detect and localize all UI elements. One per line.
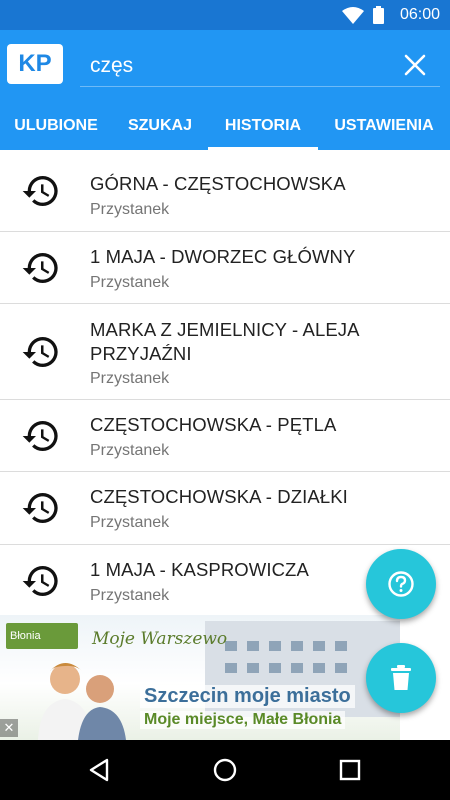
item-subtitle: Przystanek <box>90 201 170 218</box>
item-title: MARKA Z JEMIELNICY - ALEJA PRZYJAŹNI <box>90 319 359 364</box>
list-item[interactable]: GÓRNA - CZĘSTOCHOWSKA Przystanek <box>0 150 450 232</box>
status-bar: 06:00 <box>0 0 450 30</box>
item-subtitle: Przystanek <box>90 514 170 531</box>
app-bar: KP ULUBIONE SZUKAJ HISTORIA USTAWIENIA <box>0 30 450 150</box>
search-bar <box>80 44 440 87</box>
wifi-icon <box>342 7 364 24</box>
tab-label: HISTORIA <box>224 117 302 134</box>
history-icon <box>22 566 58 596</box>
ad-tagline: Moje miejsce, Małe Błonia <box>140 711 346 729</box>
status-time: 06:00 <box>399 6 440 23</box>
ad-banner[interactable]: Błonia Moje Warszewo Szczecin moje miast… <box>0 615 400 740</box>
list-item[interactable]: CZĘSTOCHOWSKA - DZIAŁKI Przystanek <box>0 472 450 545</box>
history-icon <box>22 420 58 451</box>
ad-headline: Szczecin moje miasto <box>140 685 355 708</box>
history-icon <box>22 252 58 283</box>
help-button[interactable] <box>366 549 436 619</box>
history-icon <box>22 336 58 367</box>
home-icon[interactable] <box>211 756 239 784</box>
item-title: CZĘSTOCHOWSKA - PĘTLA <box>90 414 337 435</box>
ad-script-text: Moje Warszewo <box>92 629 228 649</box>
item-subtitle: Przystanek <box>90 442 170 459</box>
tab-szukaj[interactable]: SZUKAJ <box>112 102 208 150</box>
tab-ulubione[interactable]: ULUBIONE <box>0 102 112 150</box>
item-subtitle: Przystanek <box>90 587 170 604</box>
tab-bar: ULUBIONE SZUKAJ HISTORIA USTAWIENIA <box>0 102 450 150</box>
ad-brand-logo: Błonia <box>6 623 78 649</box>
item-subtitle: Przystanek <box>90 370 170 387</box>
item-title: 1 MAJA - DWORZEC GŁÓWNY <box>90 246 356 267</box>
history-icon <box>22 175 58 206</box>
system-nav-bar <box>0 740 450 800</box>
tab-label: ULUBIONE <box>14 117 98 134</box>
delete-history-button[interactable] <box>366 643 436 713</box>
tab-label: USTAWIENIA <box>334 117 434 134</box>
app-logo: KP <box>7 44 63 84</box>
tab-historia[interactable]: HISTORIA <box>208 102 318 150</box>
trash-icon <box>391 665 411 690</box>
history-icon <box>22 493 58 523</box>
tab-ustawienia[interactable]: USTAWIENIA <box>318 102 450 150</box>
item-title: CZĘSTOCHOWSKA - DZIAŁKI <box>90 486 348 507</box>
battery-icon <box>373 6 384 24</box>
ad-close-button[interactable]: ✕ <box>0 719 18 737</box>
search-input[interactable] <box>88 50 392 82</box>
help-icon <box>388 571 414 597</box>
recents-icon[interactable] <box>336 756 364 784</box>
item-subtitle: Przystanek <box>90 274 170 291</box>
list-item[interactable]: CZĘSTOCHOWSKA - PĘTLA Przystanek <box>0 400 450 472</box>
back-icon[interactable] <box>86 756 114 784</box>
list-item[interactable]: MARKA Z JEMIELNICY - ALEJA PRZYJAŹNI Prz… <box>0 304 450 400</box>
list-item[interactable]: 1 MAJA - DWORZEC GŁÓWNY Przystanek <box>0 232 450 304</box>
close-icon[interactable] <box>402 52 428 78</box>
ad-people-image <box>38 663 126 740</box>
item-title: GÓRNA - CZĘSTOCHOWSKA <box>90 173 346 194</box>
tab-label: SZUKAJ <box>127 117 192 134</box>
history-list: GÓRNA - CZĘSTOCHOWSKA Przystanek 1 MAJA … <box>0 150 450 617</box>
